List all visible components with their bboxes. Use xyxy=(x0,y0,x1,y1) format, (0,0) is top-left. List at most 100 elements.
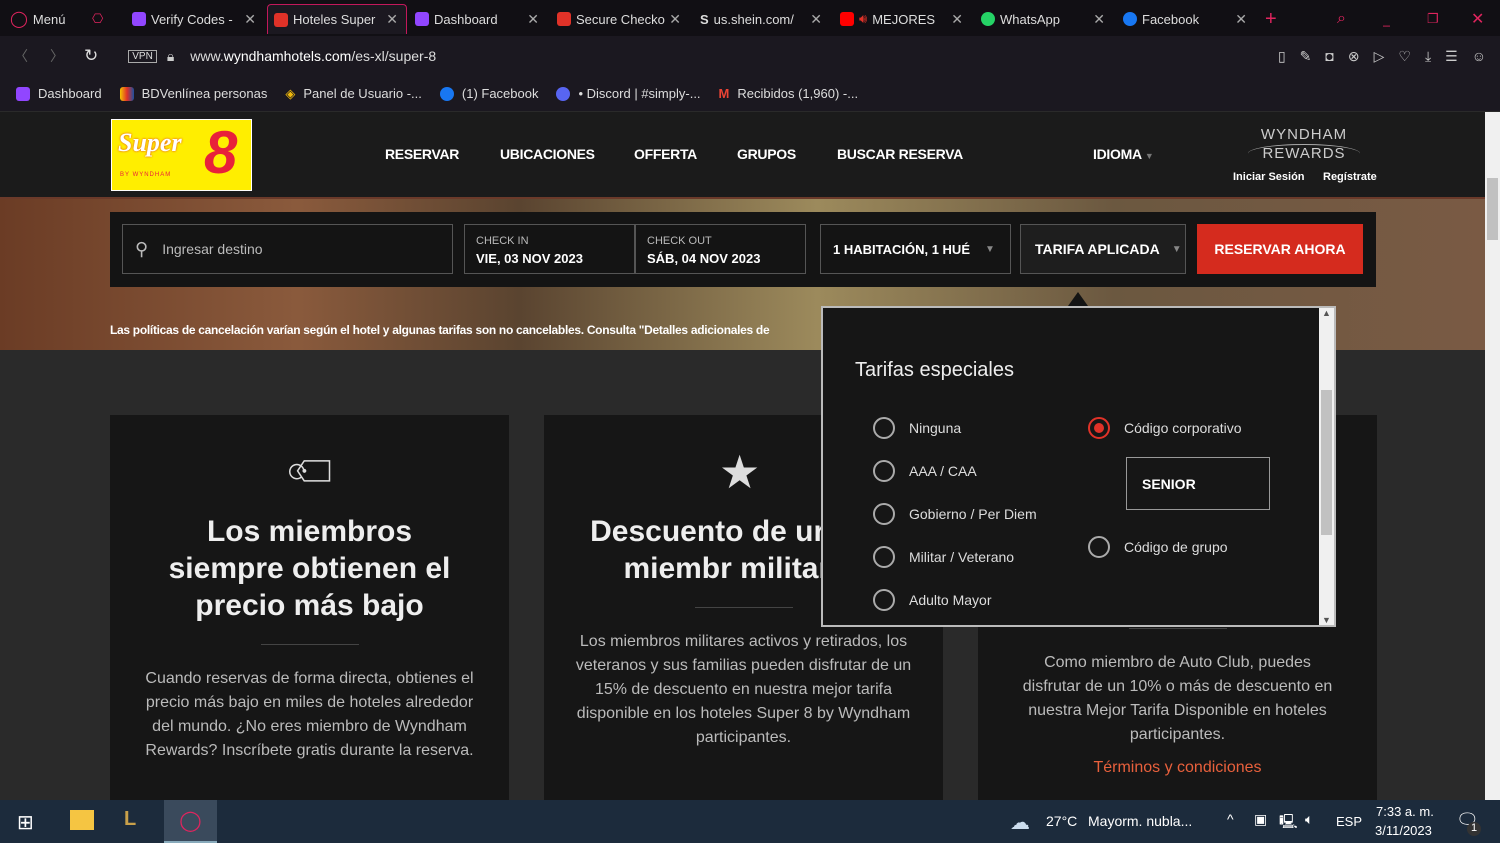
nav-reservar[interactable]: RESERVAR xyxy=(385,146,459,162)
tab-hoteles-super[interactable]: Hoteles Super ✕ xyxy=(267,4,407,34)
tab-youtube[interactable]: 🔊︎ MEJORES ✕ xyxy=(840,4,963,34)
divider xyxy=(260,644,359,645)
close-tab-icon[interactable]: ✕ xyxy=(527,11,539,28)
radio-button[interactable] xyxy=(873,460,895,482)
radio-button[interactable] xyxy=(873,546,895,568)
file-explorer-icon[interactable] xyxy=(70,810,94,830)
rate-option-militar[interactable]: Militar / Veterano xyxy=(873,546,1014,568)
tab-dashboard[interactable]: Dashboard ✕ xyxy=(415,4,539,34)
bookmark-discord[interactable]: • Discord | #simply-... xyxy=(556,86,701,101)
tab-verify-codes[interactable]: Verify Codes - ✕ xyxy=(132,4,256,34)
adblock-icon[interactable]: ⊗ xyxy=(1348,48,1360,65)
scroll-down-icon[interactable]: ▼ xyxy=(1319,615,1334,625)
scroll-thumb[interactable] xyxy=(1321,390,1332,535)
weather-temp[interactable]: 27°C xyxy=(1046,813,1077,829)
terms-link[interactable]: Términos y condiciones xyxy=(978,759,1377,777)
bookmark-dashboard[interactable]: Dashboard xyxy=(16,86,102,101)
radio-button[interactable] xyxy=(873,589,895,611)
gx-game-icon[interactable]: ⎔ xyxy=(92,4,114,34)
nav-ubicaciones[interactable]: UBICACIONES xyxy=(500,146,595,162)
nav-offerta[interactable]: OFFERTA xyxy=(634,146,697,162)
minimize-button[interactable]: _ xyxy=(1383,4,1390,34)
restore-button[interactable]: ❐ xyxy=(1427,4,1439,34)
meet-now-icon[interactable]: ▣ xyxy=(1254,811,1267,828)
scroll-thumb[interactable] xyxy=(1487,178,1498,240)
close-tab-icon[interactable]: ✕ xyxy=(810,11,822,28)
camera-icon[interactable]: ◘ xyxy=(1325,48,1333,65)
close-window-button[interactable]: ✕ xyxy=(1471,4,1484,34)
radio-button-selected[interactable] xyxy=(1088,417,1110,439)
send-icon[interactable]: ▷ xyxy=(1374,48,1385,65)
register-link[interactable]: Regístrate xyxy=(1323,171,1377,183)
whatsapp-icon xyxy=(981,12,995,26)
clock-time[interactable]: 7:33 a. m. xyxy=(1376,804,1434,819)
rate-option-corporate[interactable]: Código corporativo xyxy=(1088,417,1242,439)
profile-icon[interactable]: ☺ xyxy=(1472,48,1486,65)
checkout-field[interactable]: CHECK OUT SÁB, 04 NOV 2023 xyxy=(635,224,806,274)
language-dropdown[interactable]: IDIOMA ▼ xyxy=(1093,146,1154,162)
super8-logo[interactable]: Super 8 BY WYNDHAM xyxy=(111,119,252,191)
close-tab-icon[interactable]: ✕ xyxy=(669,11,681,28)
heart-icon[interactable]: ♡ xyxy=(1398,48,1411,65)
forward-button[interactable]: 〉 xyxy=(50,46,64,66)
tab-whatsapp[interactable]: WhatsApp ✕ xyxy=(981,4,1105,34)
tab-facebook[interactable]: Facebook ✕ xyxy=(1123,4,1247,34)
volume-icon[interactable]: 🔈︎ xyxy=(1305,811,1313,828)
book-now-button[interactable]: RESERVAR AHORA xyxy=(1197,224,1363,274)
url-field[interactable]: www.wyndhamhotels.com/es-xl/super-8 xyxy=(190,48,436,64)
radio-button[interactable] xyxy=(873,503,895,525)
bookmark-gmail[interactable]: M Recibidos (1,960) -... xyxy=(719,86,859,101)
nav-grupos[interactable]: GRUPOS xyxy=(737,146,796,162)
corporate-code-input[interactable]: SENIOR xyxy=(1126,457,1270,510)
vpn-badge[interactable]: VPN xyxy=(128,49,157,63)
divider xyxy=(1128,628,1227,629)
bookmark-facebook[interactable]: (1) Facebook xyxy=(439,86,538,101)
reload-button[interactable]: ↻ xyxy=(84,46,98,66)
bookmark-binance[interactable]: ◈ Panel de Usuario -... xyxy=(285,86,422,102)
close-tab-icon[interactable]: ✕ xyxy=(951,11,963,28)
close-tab-icon[interactable]: ✕ xyxy=(1235,11,1247,28)
facebook-icon xyxy=(439,86,454,101)
clock-date[interactable]: 3/11/2023 xyxy=(1375,823,1432,838)
tab-shein[interactable]: Sus.shein.com/✕ xyxy=(700,4,822,34)
rate-option-ninguna[interactable]: Ninguna xyxy=(873,417,961,439)
destination-input[interactable]: ⚲ Ingresar destino xyxy=(122,224,453,274)
close-tab-icon[interactable]: ✕ xyxy=(244,11,256,28)
tab-secure-checkout[interactable]: Secure Checko ✕ xyxy=(557,4,681,34)
page-scrollbar[interactable] xyxy=(1485,112,1500,800)
radio-button[interactable] xyxy=(1088,536,1110,558)
back-button[interactable]: 〈 xyxy=(14,46,28,66)
bookmark-bdv[interactable]: BDVenlínea personas xyxy=(119,86,267,101)
rate-dropdown[interactable]: TARIFA APLICADA ▼ xyxy=(1020,224,1186,274)
opera-menu-button[interactable]: ◯ Menú xyxy=(10,4,80,34)
sign-in-link[interactable]: Iniciar Sesión xyxy=(1233,171,1305,183)
close-tab-icon[interactable]: ✕ xyxy=(1093,11,1105,28)
opera-gx-taskbar-icon[interactable]: ◯ xyxy=(164,800,217,843)
chevron-down-icon: ▼ xyxy=(1171,243,1182,255)
popup-caret xyxy=(1068,292,1088,306)
scroll-up-icon[interactable]: ▲ xyxy=(1319,308,1334,318)
close-tab-icon[interactable]: ✕ xyxy=(386,11,398,28)
settings-icon[interactable]: ☰ xyxy=(1445,48,1458,65)
rate-option-group[interactable]: Código de grupo xyxy=(1088,536,1228,558)
edit-icon[interactable]: ✎ xyxy=(1300,48,1312,65)
checkin-field[interactable]: CHECK IN VIE, 03 NOV 2023 xyxy=(464,224,635,274)
windows-start-icon[interactable]: ⊞ xyxy=(17,810,34,835)
popup-scrollbar[interactable]: ▲ ▼ xyxy=(1319,308,1334,625)
language-indicator[interactable]: ESP xyxy=(1336,814,1362,829)
rate-option-adulto-mayor[interactable]: Adulto Mayor xyxy=(873,589,991,611)
wyndham-rewards-logo[interactable]: WYNDHAM REWARDS xyxy=(1248,126,1360,163)
reader-icon[interactable]: ▯ xyxy=(1278,48,1286,65)
new-tab-button[interactable]: + xyxy=(1265,4,1277,34)
radio-button[interactable] xyxy=(873,417,895,439)
rooms-guests-dropdown[interactable]: 1 HABITACIÓN, 1 HUÉ ▼ xyxy=(820,224,1011,274)
rate-option-gobierno[interactable]: Gobierno / Per Diem xyxy=(873,503,1037,525)
chevron-up-icon[interactable]: ^ xyxy=(1227,811,1234,827)
league-of-legends-icon[interactable]: L xyxy=(124,808,136,831)
nav-buscar-reserva[interactable]: BUSCAR RESERVA xyxy=(837,146,963,162)
weather-text[interactable]: Mayorm. nubla... xyxy=(1088,813,1192,829)
download-icon[interactable]: ⤓ xyxy=(1425,48,1431,65)
network-icon[interactable]: 🖳︎ xyxy=(1279,811,1298,835)
rate-option-aaa[interactable]: AAA / CAA xyxy=(873,460,977,482)
search-tabs-icon[interactable]: ⌕ xyxy=(1337,4,1346,34)
